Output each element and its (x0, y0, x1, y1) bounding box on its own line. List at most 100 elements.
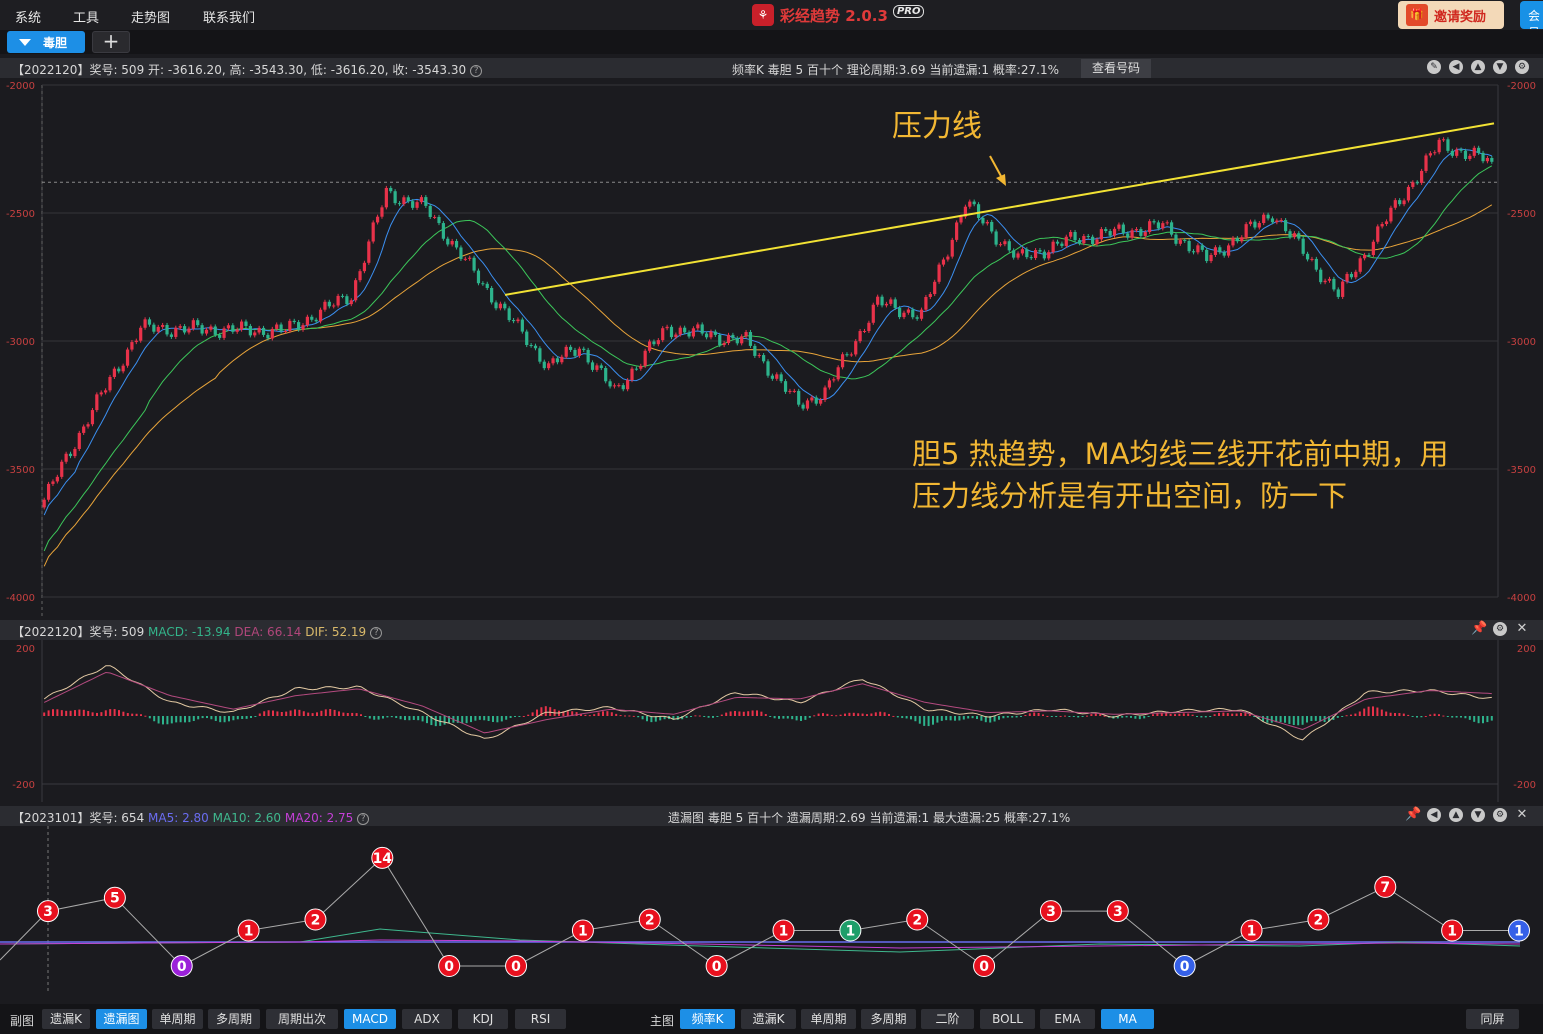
candle (1336, 289, 1340, 297)
help-icon[interactable]: ? (470, 64, 483, 77)
macd-bar (412, 716, 415, 720)
macd-bar (228, 716, 230, 722)
menu-system[interactable]: 系统 (15, 7, 41, 26)
main-single-period-button[interactable]: 单周期 (801, 1009, 856, 1029)
candle (1038, 250, 1042, 252)
macd-bar (351, 712, 354, 716)
menu-trend-chart[interactable]: 走势图 (131, 7, 170, 26)
macd-bar (1279, 716, 1282, 723)
candle (1345, 273, 1349, 282)
macd-bar (1020, 716, 1022, 717)
main-ma-button[interactable]: MA (1101, 1009, 1154, 1029)
candle (862, 330, 867, 332)
help-icon[interactable]: ? (370, 626, 383, 639)
pin-icon[interactable]: 📌 (1405, 808, 1421, 822)
candle (77, 432, 81, 449)
arrow-up-icon[interactable]: ▲ (1449, 808, 1463, 822)
candle (86, 424, 90, 427)
macd-bar (109, 709, 112, 716)
candle (209, 326, 213, 330)
settings-icon[interactable]: ⚙ (1493, 808, 1507, 822)
candle (336, 295, 340, 306)
add-tab-button[interactable]: + (92, 31, 130, 53)
candle (1016, 253, 1020, 258)
member-button[interactable]: 会员 (1520, 1, 1543, 29)
main-missk-button[interactable]: 遗漏K (741, 1009, 796, 1029)
y-tick-label-left: -2000 (6, 81, 35, 92)
candle (893, 299, 897, 308)
tab-dudan-label: 毒胆 (43, 35, 68, 50)
macd-bar (923, 716, 926, 726)
candle (924, 297, 928, 310)
candle (279, 324, 283, 332)
sub-miss-chart-button[interactable]: 遗漏图 (96, 1009, 147, 1029)
candle (1169, 222, 1174, 235)
help-icon[interactable]: ? (357, 812, 370, 825)
macd-bar (1244, 713, 1247, 716)
miss-point-label: 3 (1113, 904, 1123, 920)
candle (889, 299, 893, 304)
arrow-up-icon[interactable]: ▲ (1471, 60, 1485, 74)
candle (244, 321, 248, 326)
macd-panel-header: 【2022120】奖号: 509 MACD: -13.94 DEA: 66.14… (0, 620, 1543, 640)
sub-macd-button[interactable]: MACD (344, 1009, 396, 1029)
candle (608, 381, 612, 387)
candle (1117, 224, 1121, 229)
main-ema-button[interactable]: EMA (1040, 1009, 1095, 1029)
macd-bar (1050, 716, 1053, 717)
menu-contact[interactable]: 联系我们 (203, 7, 255, 26)
edit-icon[interactable]: ✎ (1427, 60, 1441, 74)
sub-missk-button[interactable]: 遗漏K (42, 1009, 90, 1029)
main-boll-button[interactable]: BOLL (980, 1009, 1035, 1029)
dif-value: DIF: 52.19 (305, 625, 367, 639)
main-freqk-button[interactable]: 频率K (680, 1009, 735, 1029)
close-icon[interactable]: ✕ (1515, 622, 1529, 636)
macd-bar (1486, 716, 1489, 723)
sub-kdj-button[interactable]: KDJ (458, 1009, 508, 1029)
candle (595, 365, 599, 370)
arrow-left-icon[interactable]: ◀ (1427, 808, 1441, 822)
menu-tools[interactable]: 工具 (73, 7, 99, 26)
candle (152, 324, 156, 332)
arrow-left-icon[interactable]: ◀ (1449, 60, 1463, 74)
macd-bar (624, 715, 626, 717)
invite-reward-button[interactable]: 🎁 邀请奖励 (1398, 1, 1504, 29)
sub-single-period-button[interactable]: 单周期 (152, 1009, 203, 1029)
candle (612, 385, 617, 387)
candle (884, 303, 889, 306)
macd-bar (1398, 713, 1401, 716)
sub-rsi-button[interactable]: RSI (515, 1009, 566, 1029)
macd-bar (637, 716, 640, 718)
candle (1288, 231, 1292, 238)
main-multi-period-button[interactable]: 多周期 (861, 1009, 916, 1029)
main-second-order-button[interactable]: 二阶 (921, 1009, 974, 1029)
macd-bar (443, 716, 446, 725)
candle (380, 207, 384, 217)
settings-icon[interactable]: ⚙ (1493, 622, 1507, 636)
macd-bar (1081, 716, 1084, 718)
macd-bar (1301, 716, 1304, 725)
candle (393, 191, 397, 204)
sub-adx-button[interactable]: ADX (402, 1009, 452, 1029)
candle (323, 301, 327, 310)
settings-icon[interactable]: ⚙ (1515, 60, 1529, 74)
view-numbers-button[interactable]: 查看号码 (1081, 59, 1151, 78)
arrow-down-icon[interactable]: ▼ (1471, 808, 1485, 822)
pin-icon[interactable]: 📌 (1471, 622, 1487, 636)
macd-bar (1125, 716, 1128, 718)
macd-bar (844, 713, 846, 716)
candle (700, 324, 704, 334)
macd-bar (910, 716, 912, 720)
candle (1266, 214, 1270, 219)
candle (358, 271, 362, 281)
tab-dudan[interactable]: 毒胆 (7, 31, 85, 53)
fullscreen-button[interactable]: 同屏 (1466, 1009, 1519, 1029)
macd-bar (597, 712, 600, 716)
sub-period-count-button[interactable]: 周期出次 (266, 1009, 338, 1029)
macd-bar (52, 709, 54, 716)
close-icon[interactable]: ✕ (1515, 808, 1529, 822)
sub-multi-period-button[interactable]: 多周期 (208, 1009, 260, 1029)
macd-bar (575, 712, 578, 716)
arrow-down-icon[interactable]: ▼ (1493, 60, 1507, 74)
macd-bar (316, 712, 318, 716)
